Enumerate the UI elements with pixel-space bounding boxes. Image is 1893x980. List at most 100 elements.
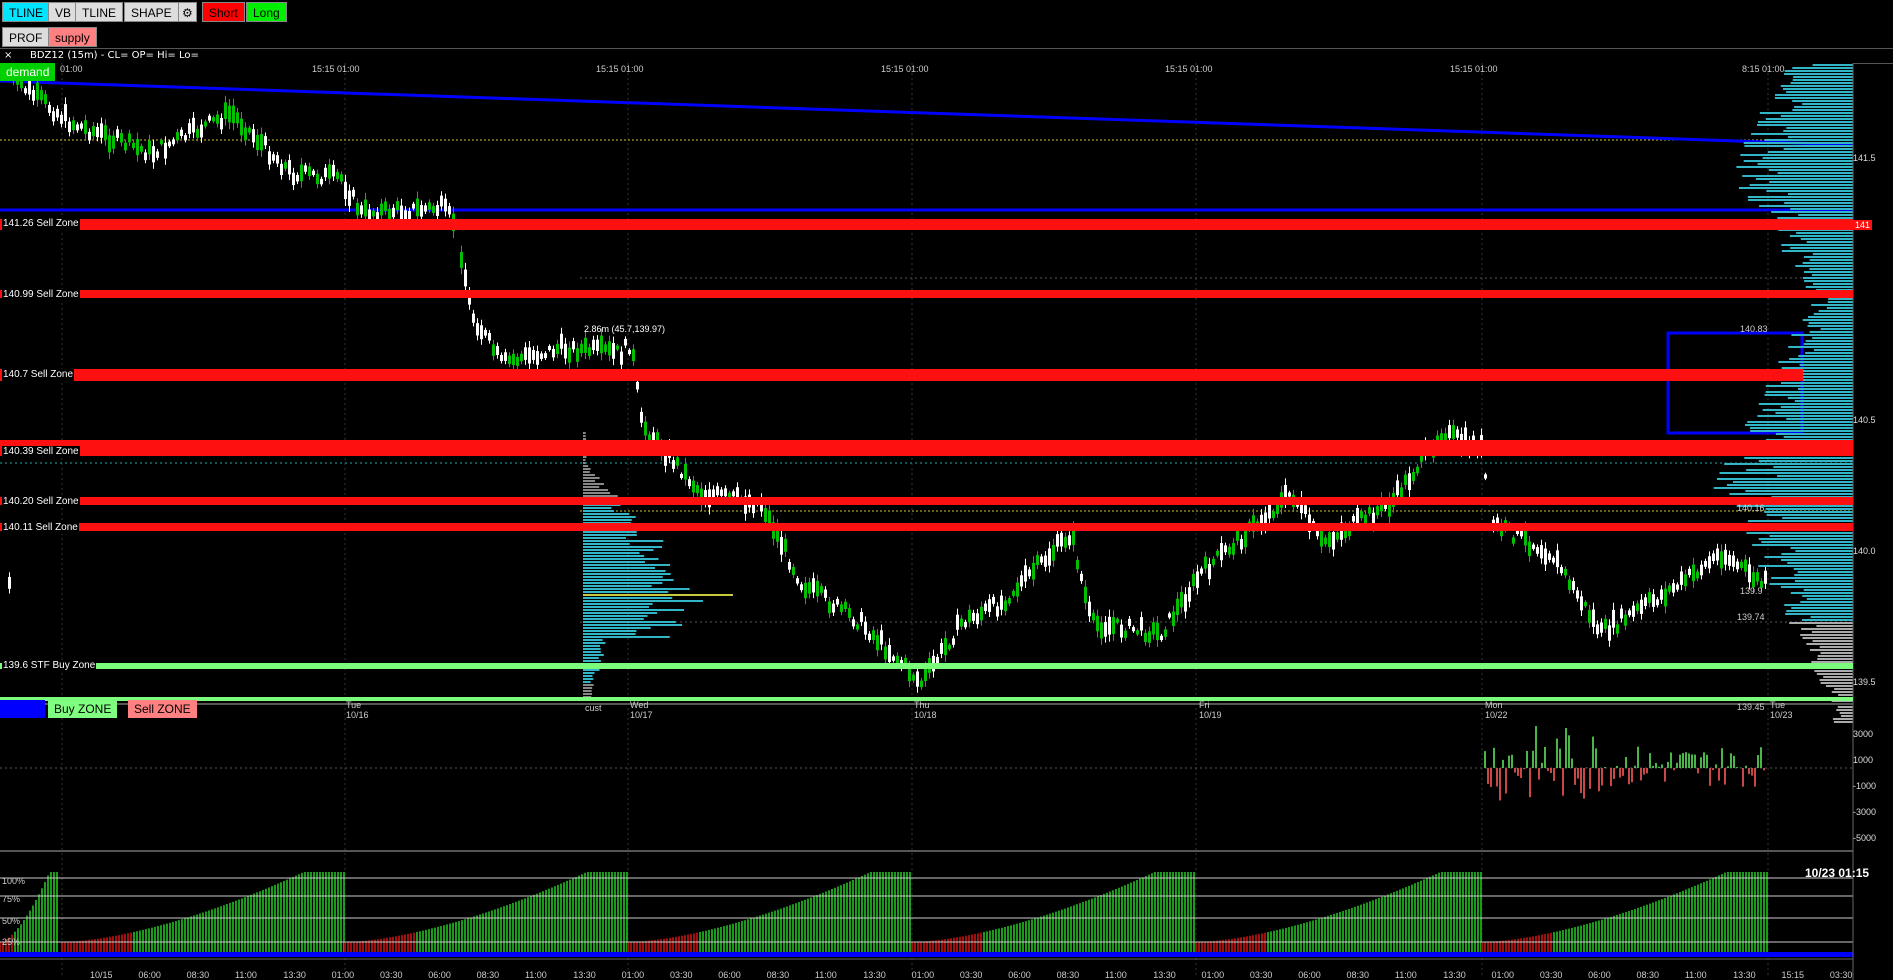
candle-body <box>952 638 955 645</box>
candle-body <box>1764 570 1767 584</box>
candle-body <box>296 174 299 182</box>
candle-body <box>1716 548 1719 561</box>
candle-body <box>132 142 135 149</box>
sell-zone-bar[interactable] <box>0 219 1853 230</box>
candle-body <box>968 609 971 623</box>
sell-zone-bar[interactable] <box>0 497 1853 505</box>
pane-divider-2[interactable] <box>0 850 1853 852</box>
candle-body <box>144 152 147 161</box>
candle-body <box>1056 534 1059 547</box>
candle-body <box>852 619 855 627</box>
candle-body <box>232 105 235 124</box>
demand-button[interactable]: demand <box>0 63 56 81</box>
candle-body <box>1728 554 1731 566</box>
candle-body <box>440 195 443 207</box>
candle-body <box>1060 532 1063 547</box>
candle-body <box>572 341 575 350</box>
day-label: Thu 10/18 <box>914 700 937 720</box>
sell-zone-bar[interactable] <box>0 290 1853 298</box>
sell-zone-button[interactable]: Sell ZONE <box>128 700 197 718</box>
osc-axis-label: -3000 <box>1853 807 1877 817</box>
chart-canvas <box>0 63 1854 980</box>
candle-body <box>680 473 683 478</box>
candle-body <box>864 621 867 635</box>
short-button[interactable]: Short <box>202 2 245 22</box>
sell-zone-bar[interactable] <box>0 369 1803 381</box>
candle-body <box>524 347 527 360</box>
time-axis-label: 11:00 <box>814 970 837 980</box>
shape-button[interactable]: SHAPE <box>124 2 179 22</box>
close-icon[interactable]: × <box>4 49 12 63</box>
top-toolbar: TLINE VB TLINE SHAPE ⚙ Short Long <box>0 0 1893 27</box>
candle-body <box>184 135 187 141</box>
candle-body <box>1644 597 1647 606</box>
candle-body <box>1756 572 1759 582</box>
candle-body <box>52 111 55 122</box>
candle-body <box>344 181 347 200</box>
price-axis-label: 139.5 <box>1853 677 1876 687</box>
candle-body <box>1212 558 1215 565</box>
sell-zone-bar[interactable] <box>0 440 1853 456</box>
candle-body <box>1180 591 1183 608</box>
second-toolbar: PROF supply <box>0 26 1893 48</box>
settings-icon[interactable]: ⚙ <box>178 2 197 22</box>
buy-zone-bar[interactable] <box>0 663 1853 669</box>
candle-body <box>1136 630 1139 635</box>
pct-label: 50% <box>2 916 21 926</box>
candle-body <box>1620 608 1623 619</box>
time-axis-label: 01:00 <box>1201 970 1225 980</box>
candle-body <box>460 251 463 268</box>
candle-body <box>1116 618 1119 623</box>
candle-body <box>552 348 555 358</box>
top-time-label: 15:15 01:00 <box>1450 64 1498 74</box>
candle-body <box>1204 556 1207 569</box>
supply-button[interactable]: supply <box>48 27 97 47</box>
top-time-label: 15:15 01:00 <box>312 64 360 74</box>
candle-body <box>1156 622 1159 641</box>
candle-body <box>128 133 131 143</box>
top-time-label: 15:15 01:00 <box>596 64 644 74</box>
candle-body <box>1592 609 1595 627</box>
candle-body <box>1232 542 1235 555</box>
time-axis-label: 13:30 <box>863 970 886 980</box>
candle-body <box>208 115 211 121</box>
candle-body <box>1076 559 1079 570</box>
price-axis-label: 140.0 <box>1853 546 1876 556</box>
price-axis-label: 141 <box>1853 220 1873 230</box>
candle-body <box>588 347 591 357</box>
buy-zone-button[interactable]: Buy ZONE <box>48 700 118 718</box>
candle-body <box>396 201 399 211</box>
candle-body <box>1560 567 1563 574</box>
candle-body <box>48 104 51 113</box>
candle-body <box>1200 568 1203 574</box>
long-button[interactable]: Long <box>246 2 287 22</box>
prof-button[interactable]: PROF <box>2 27 50 47</box>
candle-body <box>672 460 675 469</box>
sell-zone-bar[interactable] <box>0 523 1853 531</box>
candle-body <box>152 146 155 163</box>
candle-body <box>24 88 27 94</box>
candle-body <box>1700 564 1703 576</box>
tline-button[interactable]: TLINE <box>2 2 51 22</box>
candle-body <box>1112 617 1115 635</box>
candle-body <box>108 135 111 153</box>
candle-body <box>1628 610 1631 616</box>
candle-body <box>164 142 167 159</box>
sell-zone-label: 141.26 Sell Zone <box>2 218 80 230</box>
candle-body <box>1712 553 1715 562</box>
vb-button[interactable]: VB <box>48 2 79 22</box>
tline2-button[interactable]: TLINE <box>75 2 124 22</box>
blue-legend-button[interactable] <box>0 700 45 718</box>
candle-body <box>1088 601 1091 617</box>
candle-body <box>432 205 435 213</box>
time-axis-label: 08:30 <box>1636 970 1660 980</box>
time-axis-label: 11:00 <box>524 970 547 980</box>
candle-body <box>1012 591 1015 596</box>
candle-body <box>44 94 47 105</box>
candle-body <box>372 210 375 217</box>
candle-body <box>1532 544 1535 549</box>
oscillator-bars <box>1484 726 1765 801</box>
time-axis-label: 01:00 <box>1491 970 1515 980</box>
candle-body <box>820 585 823 593</box>
time-axis-label: 03:30 <box>1829 970 1853 980</box>
